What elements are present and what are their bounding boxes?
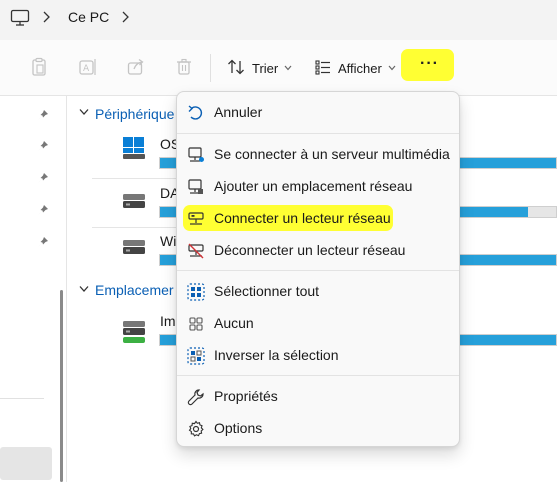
pin-icon[interactable] — [37, 108, 49, 120]
chevron-down-icon[interactable] — [79, 108, 89, 119]
toolbar-divider — [210, 54, 211, 82]
menu-item-undo[interactable]: Annuler — [177, 96, 459, 128]
nav-divider — [0, 398, 44, 399]
usb-drive-icon — [122, 320, 146, 351]
select-none-icon — [187, 315, 205, 333]
share-icon[interactable] — [126, 57, 148, 79]
sort-icon — [227, 59, 245, 78]
menu-item-label: Options — [214, 420, 263, 436]
more-options-button[interactable]: ··· — [420, 55, 439, 73]
menu-item-label: Inverser la sélection — [214, 347, 339, 363]
sort-button[interactable]: Trier — [227, 56, 292, 80]
undo-icon — [187, 104, 205, 122]
drive-label[interactable]: Wi — [160, 233, 176, 249]
menu-item-select-none[interactable]: Aucun — [177, 307, 459, 339]
nav-scrollbar[interactable] — [60, 290, 63, 482]
windows-drive-icon — [122, 136, 146, 165]
menu-item-map-network-drive[interactable]: Connecter un lecteur réseau — [177, 202, 459, 234]
menu-item-label: Sélectionner tout — [214, 283, 320, 299]
menu-item-invert-selection[interactable]: Inverser la sélection — [177, 339, 459, 371]
paste-icon[interactable] — [29, 57, 51, 79]
disconnect-network-drive-icon — [187, 242, 205, 260]
menu-item-label: Connecter un lecteur réseau — [214, 210, 391, 226]
rename-icon[interactable]: A — [78, 57, 100, 79]
menu-separator — [177, 375, 459, 376]
gear-icon — [187, 420, 205, 438]
pin-icon[interactable] — [37, 171, 49, 183]
menu-item-label: Ajouter un emplacement réseau — [214, 178, 413, 194]
chevron-down-icon — [388, 63, 396, 73]
select-all-icon — [187, 283, 205, 301]
group-header-network-locations[interactable]: Emplacemer — [95, 282, 174, 298]
network-location-icon — [187, 178, 205, 196]
row-separator — [92, 178, 176, 179]
chevron-down-icon[interactable] — [79, 285, 89, 296]
menu-item-options[interactable]: Options — [177, 412, 459, 444]
navigation-pane — [0, 96, 62, 482]
monitor-icon[interactable] — [10, 9, 30, 32]
menu-item-connect-media-server[interactable]: Se connecter à un serveur multimédia — [177, 138, 459, 170]
menu-item-label: Annuler — [214, 104, 263, 120]
pin-icon[interactable] — [37, 203, 49, 215]
view-label: Afficher — [338, 60, 382, 76]
menu-separator — [177, 133, 459, 134]
svg-text:A: A — [83, 64, 90, 74]
hard-drive-icon — [122, 238, 146, 261]
map-network-drive-icon — [187, 210, 205, 228]
delete-icon[interactable] — [174, 57, 196, 79]
chevron-down-icon — [284, 63, 292, 73]
wrench-icon — [187, 388, 205, 406]
view-button[interactable]: Afficher — [315, 56, 396, 80]
group-header-devices[interactable]: Périphérique — [95, 106, 174, 122]
row-separator — [92, 227, 176, 228]
drive-label[interactable]: Im — [160, 313, 176, 329]
menu-item-label: Déconnecter un lecteur réseau — [214, 242, 406, 258]
hard-drive-icon — [122, 192, 146, 215]
pane-border — [66, 96, 67, 482]
more-options-menu: Annuler Se connecter à un serveur multim… — [176, 91, 460, 447]
menu-item-properties[interactable]: Propriétés — [177, 380, 459, 412]
menu-separator — [177, 270, 459, 271]
command-bar: A Trier Afficher — [0, 40, 557, 96]
breadcrumb-this-pc[interactable]: Ce PC — [68, 9, 109, 25]
view-list-icon — [315, 59, 331, 78]
menu-item-label: Propriétés — [214, 388, 278, 404]
menu-item-label: Se connecter à un serveur multimédia — [214, 146, 450, 162]
menu-item-select-all[interactable]: Sélectionner tout — [177, 275, 459, 307]
menu-item-label: Aucun — [214, 315, 254, 331]
nav-selected-item[interactable] — [0, 447, 52, 480]
chevron-right-icon[interactable] — [121, 11, 129, 26]
invert-selection-icon — [187, 347, 205, 365]
pin-icon[interactable] — [37, 235, 49, 247]
sort-label: Trier — [252, 60, 279, 76]
address-bar: Ce PC — [0, 0, 557, 40]
pin-icon[interactable] — [37, 139, 49, 151]
media-server-icon — [187, 146, 205, 164]
chevron-right-icon[interactable] — [42, 11, 50, 26]
menu-item-add-network-location[interactable]: Ajouter un emplacement réseau — [177, 170, 459, 202]
menu-item-disconnect-network-drive[interactable]: Déconnecter un lecteur réseau — [177, 234, 459, 266]
